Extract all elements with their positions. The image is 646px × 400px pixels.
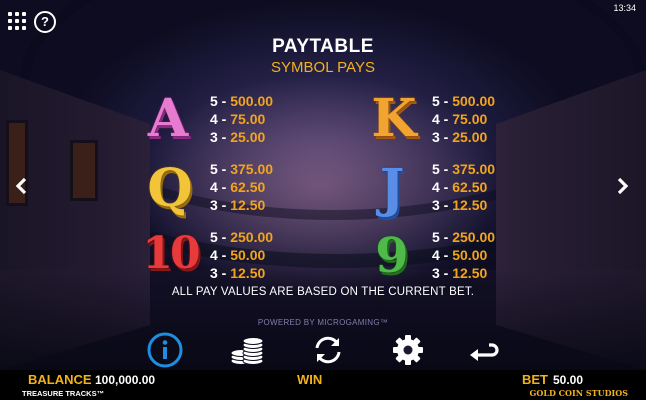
symbol-k: K [371, 88, 417, 149]
win-label: WIN [297, 372, 323, 387]
settings-icon[interactable] [388, 330, 428, 370]
studio-logo: GOLD COIN STUDIOS [529, 388, 628, 398]
pay-note: ALL PAY VALUES ARE BASED ON THE CURRENT … [171, 286, 475, 298]
game-name: TREASURE TRACKS™ [22, 389, 105, 398]
pay-list-k: 5 - 500.00 4 - 75.00 3 - 25.00 [432, 93, 496, 145]
previous-page-arrow-icon[interactable] [12, 176, 32, 196]
balance-value: 100,000.00 [95, 373, 156, 387]
symbol-a: A [147, 88, 189, 149]
coins-icon[interactable] [227, 330, 267, 370]
symbol-10: 10 [142, 228, 200, 279]
pay-list-j: 5 - 375.00 4 - 62.50 3 - 12.50 [432, 161, 496, 213]
back-icon[interactable] [463, 330, 503, 370]
pay-list-10: 5 - 250.00 4 - 50.00 3 - 12.50 [210, 229, 274, 281]
next-page-arrow-icon[interactable] [612, 176, 632, 196]
pay-list-9: 5 - 250.00 4 - 50.00 3 - 12.50 [432, 229, 496, 281]
symbol-j: J [379, 158, 405, 219]
pay-list-q: 5 - 375.00 4 - 62.50 3 - 12.50 [210, 161, 274, 213]
balance-label: BALANCE [28, 372, 92, 387]
bet-value: 50.00 [553, 373, 584, 387]
symbol-q: Q [147, 158, 193, 219]
page-title: PAYTABLE [272, 36, 374, 57]
page-subtitle: SYMBOL PAYS [271, 59, 375, 76]
clock: 13:34 [613, 3, 636, 13]
bet-label: BET [522, 372, 548, 387]
info-icon[interactable] [145, 330, 185, 370]
symbol-9: 9 [375, 228, 409, 284]
pay-list-a: 5 - 500.00 4 - 75.00 3 - 25.00 [210, 93, 274, 145]
help-icon[interactable]: ? [34, 11, 56, 33]
bottom-bar: BALANCE 100,000.00 WIN BET 50.00 TREASUR… [0, 370, 646, 400]
menu-grid-icon[interactable] [8, 12, 26, 30]
powered-by: POWERED BY MICROGAMING™ [257, 318, 389, 327]
autoplay-icon[interactable] [308, 330, 348, 370]
